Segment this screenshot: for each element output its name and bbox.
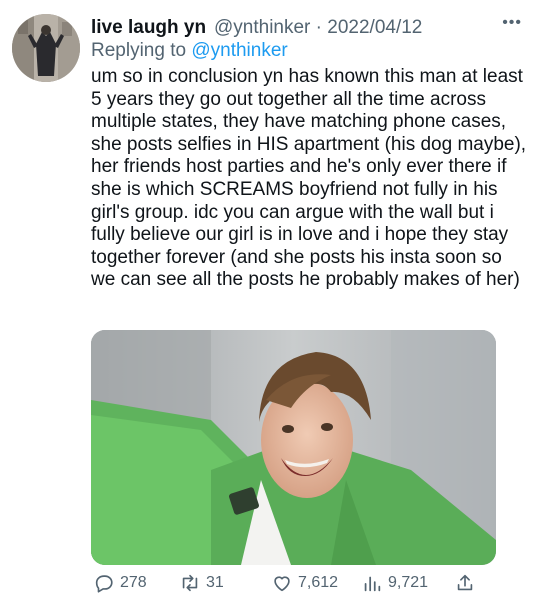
heart-icon [274,576,290,592]
tweet-media-image[interactable] [91,330,496,565]
reply-count: 278 [120,574,147,591]
handle-and-date: @ynthinker · 2022/04/12 [214,17,422,39]
replying-to-label: Replying to [91,40,187,61]
reply-button[interactable]: 278 [93,572,147,594]
tweet-actions-bar: 278 31 7,612 9,721 [93,572,493,598]
replying-to: Replying to @ynthinker [91,40,288,62]
retweet-icon [182,574,198,592]
display-name[interactable]: live laugh yn [91,17,206,39]
views-button[interactable]: 9,721 [361,572,428,594]
tweet-text: um so in conclusion yn has known this ma… [91,66,527,291]
share-icon [457,574,473,591]
share-button[interactable] [454,572,481,594]
user-handle[interactable]: @ynthinker [214,17,310,38]
retweet-button[interactable]: 31 [179,572,224,594]
avatar[interactable] [12,14,80,82]
retweet-count: 31 [206,574,224,591]
separator-dot: · [315,17,322,38]
more-options-button[interactable]: ••• [502,14,522,32]
tweet-date[interactable]: 2022/04/12 [327,17,422,38]
reply-bubble-icon [95,575,113,593]
views-bars-icon [364,576,381,592]
like-count: 7,612 [298,574,339,591]
views-count: 9,721 [388,574,429,591]
like-button[interactable]: 7,612 [271,572,338,594]
replying-to-handle-link[interactable]: @ynthinker [191,40,287,61]
tweet-header: live laugh yn @ynthinker · 2022/04/12 ••… [91,14,522,40]
avatar-image [12,14,80,82]
photo-selfie-image [91,330,496,565]
